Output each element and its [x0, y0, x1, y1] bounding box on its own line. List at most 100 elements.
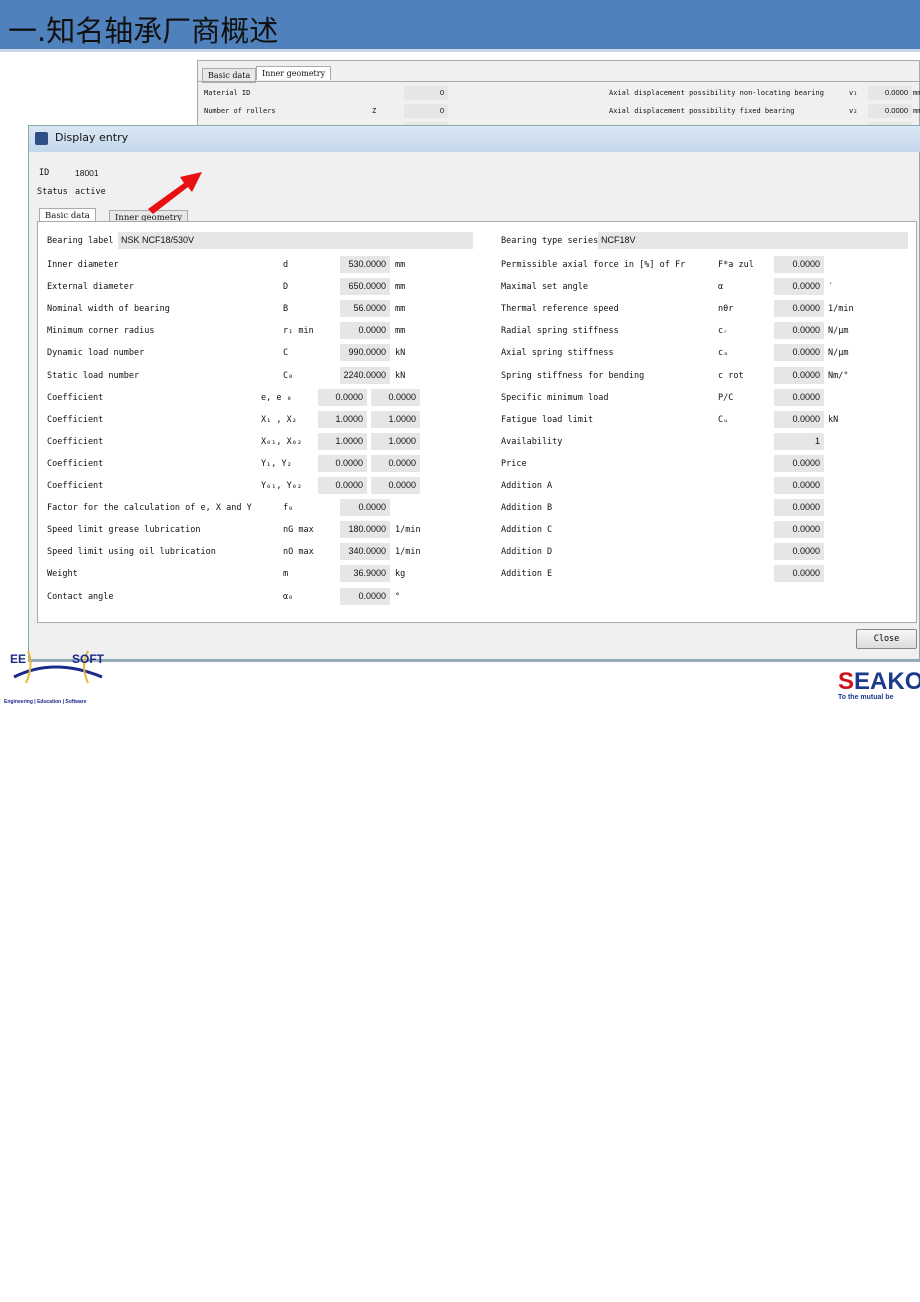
field-value[interactable]: 0.0000	[774, 410, 824, 428]
field-value[interactable]: 0.0000	[318, 477, 367, 494]
field-label: Coefficient	[47, 436, 104, 447]
tab-basic-data[interactable]: Basic data	[39, 208, 96, 222]
field-value[interactable]: 36.9000	[340, 565, 390, 583]
field-symbol: Z	[372, 107, 377, 116]
field-value[interactable]: 530.0000	[340, 256, 390, 273]
field-symbol: m	[283, 569, 289, 580]
field-value[interactable]: 0.0000	[868, 104, 912, 119]
field-value[interactable]: 0.0000	[340, 499, 390, 517]
field-value[interactable]: 340.0000	[340, 543, 390, 561]
field-label: Maximal set angle	[501, 282, 588, 293]
field-value[interactable]: 0.0000	[774, 499, 824, 517]
field-value[interactable]: 1	[774, 432, 824, 450]
field-value-2[interactable]: 0.0000	[371, 477, 420, 494]
field-value[interactable]: 990.0000	[340, 344, 390, 362]
field-value[interactable]: 0.0000	[774, 322, 824, 340]
field-unit: N/μm	[828, 348, 849, 359]
field-value[interactable]: 0.0000	[774, 278, 824, 296]
status-label: Status	[37, 187, 68, 197]
bearing-type-label: Bearing type series	[501, 236, 599, 246]
field-value[interactable]: 0.0000	[774, 454, 824, 472]
field-value[interactable]: 0.0000	[318, 388, 367, 406]
seako-logo: SEAKO To the mutual be	[838, 670, 920, 701]
field-unit: mm	[913, 107, 920, 116]
field-unit: °	[395, 591, 401, 602]
bearing-type-value[interactable]: NCF18V	[598, 232, 908, 249]
status-value: active	[75, 187, 106, 197]
field-value[interactable]: 0.0000	[774, 300, 824, 318]
id-label: ID	[39, 168, 50, 178]
field-value[interactable]: 0	[404, 104, 448, 119]
tab-divider	[198, 81, 920, 82]
field-value[interactable]: 0.0000	[774, 543, 824, 561]
field-value[interactable]: 0.0000	[340, 322, 390, 340]
field-label: External diameter	[47, 282, 134, 293]
field-symbol: Cᵤ	[718, 414, 729, 425]
field-value[interactable]: 0.0000	[774, 256, 824, 273]
red-arrow-icon	[148, 172, 202, 214]
slide-title: 一.知名轴承厂商概述	[8, 14, 279, 48]
field-label: Factor for the calculation of e, X and Y	[47, 503, 252, 514]
field-value[interactable]: 1.0000	[318, 432, 367, 450]
field-value[interactable]: 0.0000	[774, 565, 824, 583]
field-label: Availability	[501, 436, 563, 447]
field-label: Price	[501, 458, 527, 469]
seako-tagline: To the mutual be	[838, 694, 894, 701]
field-symbol: d	[283, 260, 289, 270]
basic-data-panel: Bearing label NSK NCF18/530V Bearing type …	[37, 221, 917, 623]
field-value[interactable]: 0.0000	[774, 366, 824, 384]
field-symbol: Y₀₁, Y₀₂	[261, 481, 302, 491]
field-value[interactable]: 0.0000	[340, 587, 390, 605]
field-label: Speed limit grease lubrication	[47, 525, 201, 536]
field-value[interactable]: 1.0000	[318, 410, 367, 428]
field-value[interactable]: 2240.0000	[340, 366, 390, 384]
app-icon	[35, 132, 48, 145]
field-symbol: c rot	[718, 370, 744, 381]
field-unit: kN	[395, 348, 406, 359]
field-value-2[interactable]: 0.0000	[371, 454, 420, 472]
field-value[interactable]: 0.0000	[774, 388, 824, 406]
field-unit: 1/min	[828, 304, 854, 315]
field-label: Radial spring stiffness	[501, 326, 619, 337]
field-label: Coefficient	[47, 458, 104, 469]
svg-text:SOFT: SOFT	[72, 652, 105, 666]
field-label: Thermal reference speed	[501, 304, 619, 315]
field-value[interactable]: 650.0000	[340, 278, 390, 296]
field-label: Coefficient	[47, 414, 104, 425]
field-value[interactable]: 0.0000	[318, 454, 367, 472]
field-value[interactable]: 0.0000	[774, 477, 824, 494]
field-value[interactable]: 0.0000	[774, 344, 824, 362]
field-value[interactable]: 180.0000	[340, 521, 390, 539]
field-symbol: α₀	[283, 591, 294, 602]
field-unit: kN	[828, 414, 839, 425]
field-unit: Nm/°	[828, 370, 849, 381]
field-label: Addition D	[501, 547, 553, 558]
bearing-label-value[interactable]: NSK NCF18/530V	[118, 232, 473, 249]
field-label: Addition C	[501, 525, 553, 536]
field-label: Axial displacement possibility fixed bea…	[609, 107, 795, 116]
field-value-2[interactable]: 1.0000	[371, 432, 420, 450]
field-value-2[interactable]: 0.0000	[371, 388, 420, 406]
field-label: Static load number	[47, 370, 140, 381]
field-unit: mm	[395, 282, 406, 293]
field-unit: mm	[395, 304, 406, 315]
field-label: Minimum corner radius	[47, 326, 155, 337]
field-value[interactable]: 0.0000	[774, 521, 824, 539]
field-value-2[interactable]: 1.0000	[371, 410, 420, 428]
field-symbol: F*a zul	[718, 260, 754, 270]
tab-inner-geometry[interactable]: Inner geometry	[256, 66, 332, 80]
field-label: Axial spring stiffness	[501, 348, 614, 359]
dialog-title: Display entry	[55, 131, 129, 144]
field-unit: mm	[395, 326, 406, 337]
title-bar: Display entry	[29, 126, 920, 152]
ees-soft-logo: EE SOFT Engineering | Education | Softwar…	[4, 635, 114, 707]
field-unit: kN	[395, 370, 406, 381]
field-label: Weight	[47, 569, 78, 580]
field-symbol: cₐ	[718, 348, 729, 359]
field-value[interactable]: 56.0000	[340, 300, 390, 318]
field-value[interactable]: 0.0000	[868, 86, 912, 100]
field-value[interactable]: 0	[404, 86, 448, 100]
field-symbol: Y₁, Y₂	[261, 458, 292, 469]
field-symbol: C	[283, 348, 289, 359]
close-button[interactable]: Close	[856, 629, 917, 649]
